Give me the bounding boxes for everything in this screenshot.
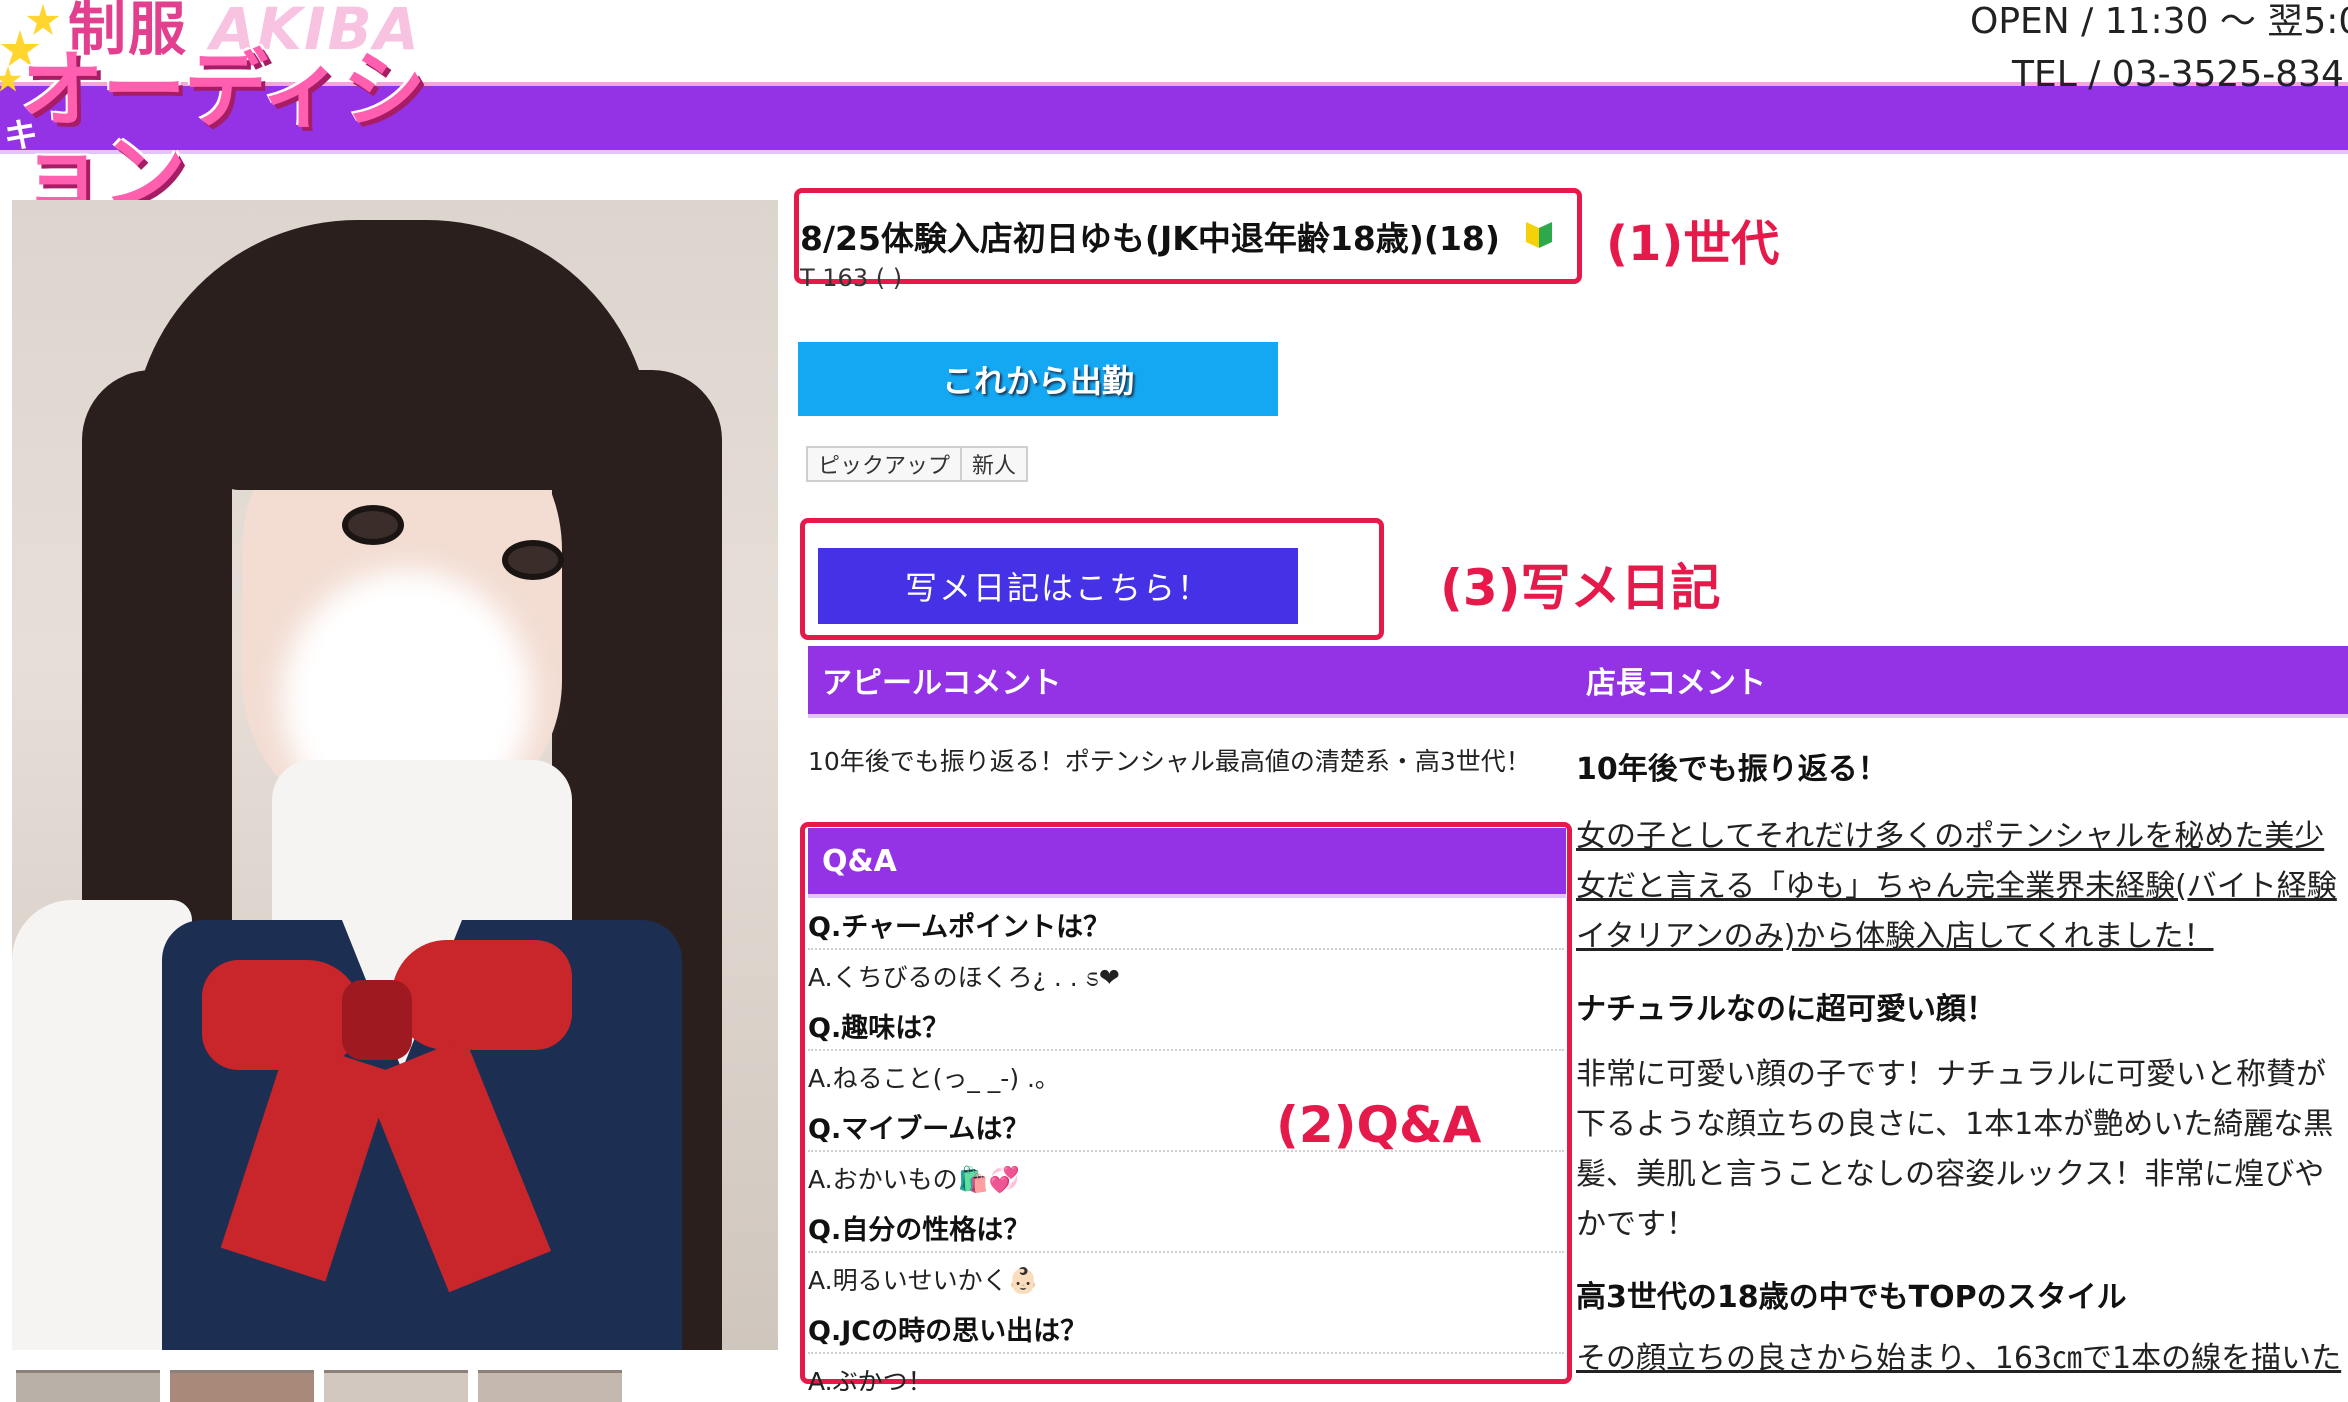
annotation-diary: (3)写メ日記 — [1440, 559, 1721, 617]
tag-newcomer: 新人 — [960, 446, 1029, 482]
thumbnail[interactable] — [16, 1370, 160, 1402]
profile-name: 8/25体験入店初日ゆも(JK中退年齢18歳)(18) — [800, 219, 1500, 258]
profile-photo[interactable] — [12, 200, 778, 1350]
qa-question: Q.チャームポイントは？ — [808, 900, 1564, 950]
manager-paragraph-1[interactable]: 女の子としてそれだけ多くのポテンシャルを秘めた美少女だと言える「ゆも」ちゃん完全… — [1576, 812, 2348, 962]
open-hours: OPEN / 11:30 〜 翌5:0 — [1970, 1, 2348, 42]
qa-answer: A.ぶかつ！ — [808, 1366, 933, 1396]
manager-heading-2: ナチュラルなのに超可愛い顔！ — [1576, 992, 1996, 1027]
phone-number[interactable]: TEL / 03-3525-834 — [2012, 54, 2344, 95]
manager-comment-heading: 店長コメント — [1572, 646, 2348, 718]
qa-answer: A.明るいせいかく👶🏻 — [808, 1265, 1039, 1295]
eye — [342, 505, 404, 545]
beginner-mark-icon — [1526, 222, 1552, 248]
site-header: 制服 AKIBA オーディション キ OPEN / 11:30 〜 翌5:0 T… — [0, 0, 2348, 216]
annotation-qa: (2)Q&A — [1276, 1096, 1482, 1154]
site-logo[interactable]: 制服 AKIBA オーディション キ — [0, 0, 450, 216]
manager-paragraph-3[interactable]: その顔立ちの良さから始まり、163㎝で1本の線を描いた — [1576, 1334, 2348, 1384]
appeal-comment-heading: アピールコメント — [808, 646, 1576, 718]
photo-thumbnails — [16, 1370, 776, 1402]
manager-heading-3: 高3世代の18歳の中でもTOPのスタイル — [1576, 1280, 2127, 1315]
manager-paragraph-2: 非常に可愛い顔の子です！ナチュラルに可愛いと称賛が下るような顔立ちの良さに、1本… — [1576, 1057, 2334, 1242]
working-now-button[interactable]: これから出勤 — [798, 342, 1278, 416]
qa-answer: A.くちびるのほくろ¿ . . ಽ❤ — [808, 962, 1120, 992]
manager-comment: 10年後でも振り返る！ 女の子としてそれだけ多くのポテンシャルを秘めた美少女だと… — [1576, 740, 2348, 1384]
logo-line2: オーディション — [20, 41, 426, 223]
qa-question: Q.趣味は？ — [808, 1001, 1564, 1051]
thumbnail[interactable] — [170, 1370, 314, 1402]
eye — [502, 540, 564, 580]
qa-heading: Q&A — [808, 828, 1566, 898]
logo-side-char: キ — [4, 116, 38, 156]
tag-pickup: ピックアップ — [806, 446, 963, 482]
profile-size: T 163 ( ) — [800, 264, 903, 292]
thumbnail[interactable] — [324, 1370, 468, 1402]
manager-heading-1: 10年後でも振り返る！ — [1576, 752, 1888, 787]
qa-answer: A.おかいもの🛍️💞 — [808, 1164, 1020, 1194]
qa-answer: A.ねること(っ_ _-) .｡ — [808, 1063, 1048, 1093]
photo-diary-button[interactable]: 写メ日記はこちら！ — [818, 548, 1298, 624]
qa-question: Q.JCの時の思い出は？ — [808, 1304, 1564, 1354]
annotation-generation: (1)世代 — [1606, 216, 1780, 272]
thumbnail[interactable] — [478, 1370, 622, 1402]
appeal-comment-text: 10年後でも振り返る！ポテンシャル最高値の清楚系・高3世代！ — [808, 747, 1531, 776]
star-icon — [0, 66, 22, 92]
qa-question: Q.自分の性格は？ — [808, 1203, 1564, 1253]
